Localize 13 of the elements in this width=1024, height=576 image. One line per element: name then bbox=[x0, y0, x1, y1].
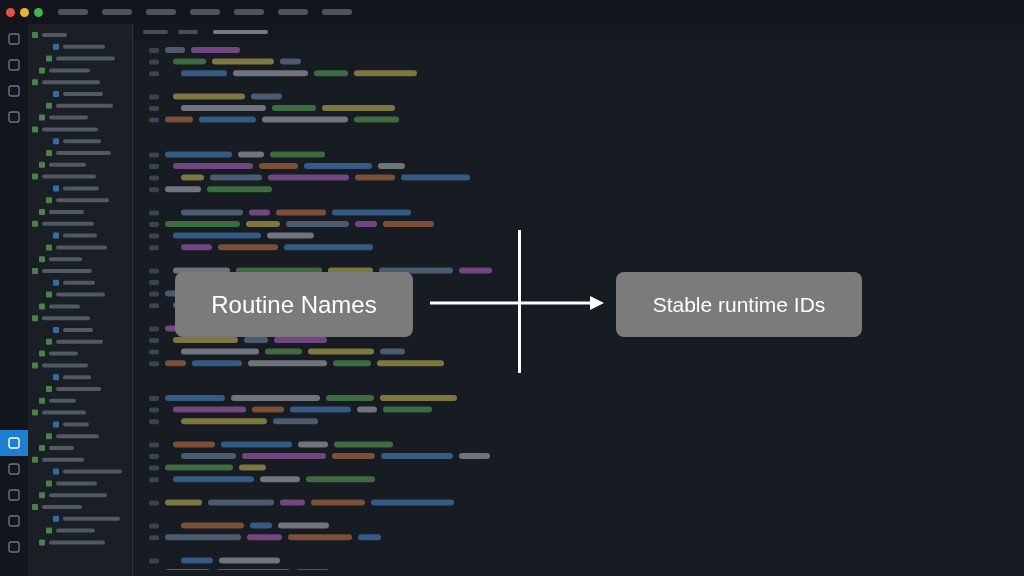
panel-icon bbox=[8, 437, 20, 449]
activity-button[interactable] bbox=[0, 430, 28, 456]
panel-icon bbox=[8, 463, 20, 475]
panel-icon bbox=[8, 111, 20, 123]
panel-icon bbox=[8, 541, 20, 553]
panel-icon bbox=[8, 33, 20, 45]
arrow-icon bbox=[430, 295, 604, 311]
panel-icon bbox=[8, 59, 20, 71]
source-label: Routine Names bbox=[175, 272, 413, 337]
target-label: Stable runtime IDs bbox=[616, 272, 862, 337]
panel-icon bbox=[8, 489, 20, 501]
panel-icon bbox=[8, 85, 20, 97]
panel-icon bbox=[8, 515, 20, 527]
